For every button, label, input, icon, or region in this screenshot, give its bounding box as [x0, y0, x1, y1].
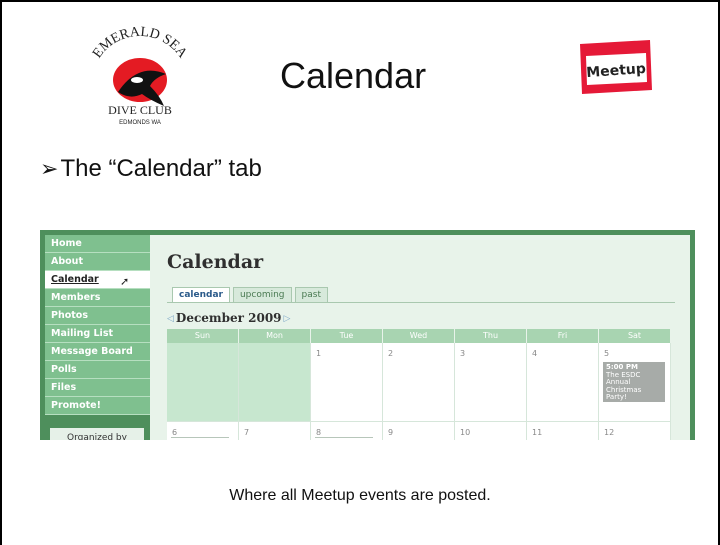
- svg-text:EMERALD SEA: EMERALD SEA: [90, 25, 190, 62]
- calendar-day[interactable]: 8: [311, 422, 383, 440]
- calendar-day[interactable]: 2: [383, 343, 455, 422]
- event-title: The ESDC Annual Christmas Party!: [606, 370, 642, 401]
- sidebar-item-calendar-label: Calendar: [51, 274, 99, 285]
- weekday-thu: Thu: [455, 329, 527, 343]
- slide-border-left: [0, 0, 2, 545]
- weekday-sat: Sat: [599, 329, 671, 343]
- day-number: 12: [604, 428, 615, 437]
- calendar-day[interactable]: 9: [383, 422, 455, 440]
- tab-past[interactable]: past: [294, 287, 328, 303]
- day-number: 8: [316, 428, 322, 437]
- weekday-header: Sun Mon Tue Wed Thu Fri Sat: [167, 329, 674, 343]
- previous-month-icon[interactable]: ◁: [167, 313, 174, 324]
- day-divider: [315, 437, 373, 438]
- calendar-page-title: Calendar: [167, 251, 264, 273]
- calendar-week-row: 1 2 3 4 5 5:00 PM The ESDC Annual Christ…: [167, 343, 674, 422]
- slide-border-top: [0, 0, 720, 2]
- day-number: 2: [388, 349, 394, 358]
- meetup-logo: Meetup: [576, 38, 654, 96]
- calendar-day[interactable]: 1: [311, 343, 383, 422]
- day-number: 5: [604, 349, 610, 358]
- slide-title: Calendar: [280, 55, 427, 96]
- slide-caption: Where all Meetup events are posted.: [229, 487, 491, 504]
- calendar-content: Calendar calendar upcoming past ◁ Decemb…: [150, 235, 690, 440]
- calendar-tabs: calendar upcoming past: [172, 287, 331, 303]
- day-number: 3: [460, 349, 466, 358]
- dive-club-logo: EMERALD SEA DIVE CLUB EDMONDS WA: [80, 22, 200, 132]
- calendar-day[interactable]: 11: [527, 422, 599, 440]
- day-number: 1: [316, 349, 322, 358]
- bullet-item: ➢ The “Calendar” tab: [40, 155, 262, 183]
- day-divider: [171, 437, 229, 438]
- calendar-event[interactable]: 5:00 PM The ESDC Annual Christmas Party!: [603, 362, 665, 402]
- calendar-day[interactable]: 12: [599, 422, 671, 440]
- tab-underline: [167, 302, 675, 303]
- logo-bottom-text: DIVE CLUB: [108, 103, 172, 117]
- day-number: 11: [532, 428, 543, 437]
- day-number: 10: [460, 428, 471, 437]
- arrow-bullet-icon: ➢: [40, 156, 59, 181]
- next-month-icon[interactable]: ▷: [284, 313, 291, 324]
- month-label: December 2009: [175, 311, 282, 325]
- weekday-sun: Sun: [167, 329, 239, 343]
- logo-location-text: EDMONDS WA: [119, 120, 161, 126]
- logo-top-text: EMERALD SEA: [90, 25, 190, 62]
- calendar-day[interactable]: 5 5:00 PM The ESDC Annual Christmas Part…: [599, 343, 671, 422]
- tab-calendar[interactable]: calendar: [172, 287, 230, 303]
- organized-by-box: Organized by: [50, 428, 144, 440]
- tab-upcoming[interactable]: upcoming: [232, 287, 292, 303]
- calendar-day[interactable]: 4: [527, 343, 599, 422]
- calendar-day[interactable]: 3: [455, 343, 527, 422]
- weekday-mon: Mon: [239, 329, 311, 343]
- calendar-day[interactable]: 6: [167, 422, 239, 440]
- calendar-day-empty: [239, 343, 311, 422]
- orca-icon: [113, 58, 167, 106]
- calendar-grid: Sun Mon Tue Wed Thu Fri Sat 1 2 3 4 5 5:…: [167, 329, 674, 440]
- calendar-week-row: 6 7 8 9 10 11 12: [167, 422, 674, 440]
- day-number: 9: [388, 428, 394, 437]
- weekday-fri: Fri: [527, 329, 599, 343]
- calendar-day-empty: [167, 343, 239, 422]
- calendar-day[interactable]: 10: [455, 422, 527, 440]
- meetup-screenshot: Home About Calendar ➚ Members Photos Mail…: [40, 230, 695, 440]
- month-navigator: ◁ December 2009 ▷: [167, 311, 290, 325]
- weekday-wed: Wed: [383, 329, 455, 343]
- sidebar-item-polls-label: Polls: [51, 364, 77, 375]
- day-number: 4: [532, 349, 538, 358]
- slide: EMERALD SEA DIVE CLUB EDMONDS WA Calenda…: [0, 0, 720, 545]
- bullet-text: The “Calendar” tab: [60, 155, 262, 182]
- day-number: 7: [244, 428, 250, 437]
- day-number: 6: [172, 428, 178, 437]
- weekday-tue: Tue: [311, 329, 383, 343]
- calendar-day[interactable]: 7: [239, 422, 311, 440]
